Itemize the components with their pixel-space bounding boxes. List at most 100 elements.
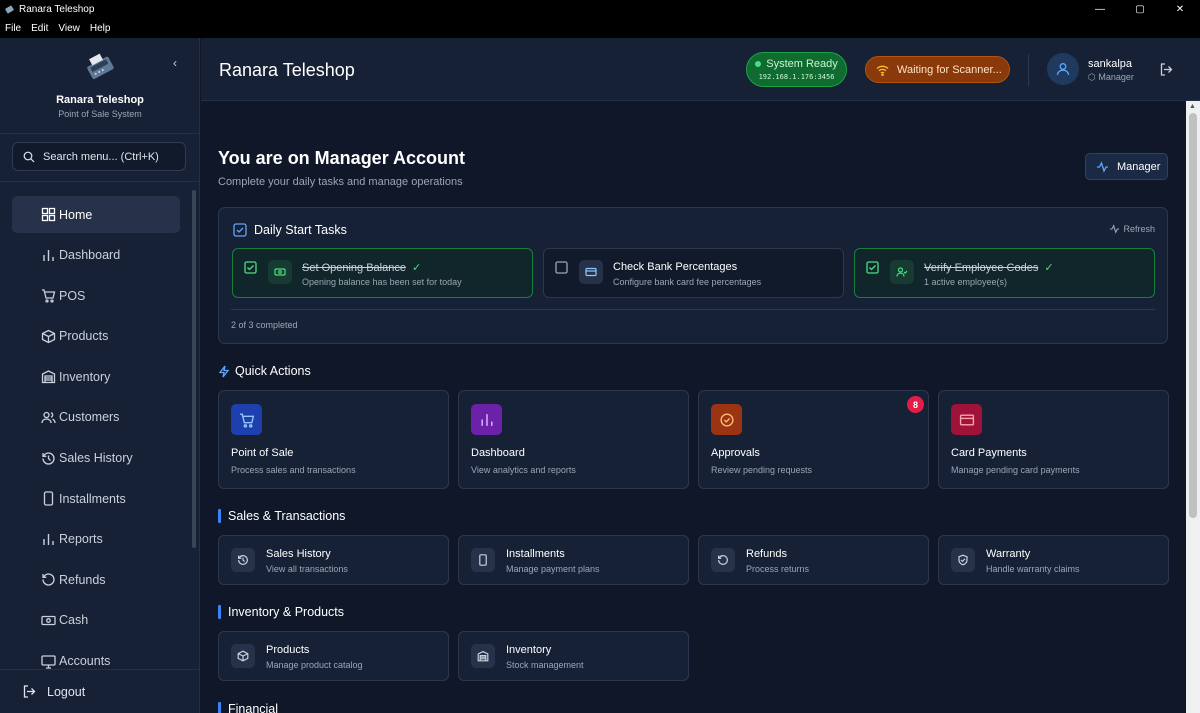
quick-action-card-payments[interactable]: Card Payments Manage pending card paymen… (938, 390, 1169, 489)
warranty-card[interactable]: Warranty Handle warranty claims (938, 535, 1169, 585)
cart-icon (231, 404, 262, 435)
section-accent (218, 605, 221, 619)
sidebar-item-label: Reports (59, 532, 103, 547)
task-subtitle: 1 active employee(s) (924, 277, 1008, 287)
sidebar-logout-button[interactable]: Logout (22, 684, 85, 699)
menu-help[interactable]: Help (90, 23, 111, 34)
card-subtitle: View analytics and reports (471, 465, 576, 475)
refunds-card[interactable]: Refunds Process returns (698, 535, 929, 585)
sidebar-item-label: Cash (59, 613, 89, 628)
sidebar-item-label: Refunds (59, 572, 106, 587)
task-verify-employee-codes[interactable]: Verify Employee Codes ✓ 1 active employee… (854, 248, 1155, 298)
cart-icon (42, 289, 56, 303)
scroll-up-icon[interactable]: ▲ (1189, 103, 1196, 110)
system-status-badge: System Ready 192.168.1.176:3456 (746, 52, 847, 87)
top-header: Ranara Teleshop System Ready 192.168.1.1… (201, 38, 1200, 101)
sidebar-item-inventory[interactable]: Inventory (12, 358, 180, 395)
box-icon (231, 644, 255, 668)
scrollbar-thumb[interactable] (1189, 113, 1197, 518)
menu-view[interactable]: View (58, 23, 80, 34)
checked-checkbox-icon[interactable] (244, 261, 257, 274)
card-title: Inventory (506, 644, 552, 656)
card-title: Products (266, 644, 310, 656)
products-card[interactable]: Products Manage product catalog (218, 631, 449, 681)
sidebar-item-sales-history[interactable]: Sales History (12, 440, 180, 477)
wifi-icon (876, 65, 889, 76)
sidebar-item-accounts[interactable]: Accounts (12, 643, 180, 680)
logout-icon[interactable] (1159, 62, 1174, 77)
menu-edit[interactable]: Edit (31, 23, 48, 34)
sidebar-item-label: Inventory (59, 369, 111, 384)
task-subtitle: Opening balance has been set for today (302, 277, 462, 287)
sidebar-item-cash[interactable]: Cash (12, 602, 180, 639)
task-check-bank-percentages[interactable]: Check Bank Percentages Configure bank ca… (543, 248, 844, 298)
main-scrollbar[interactable]: ▲ (1186, 101, 1200, 713)
system-address: 192.168.1.176:3456 (758, 73, 835, 81)
close-icon[interactable]: ✕ (1160, 0, 1200, 19)
avatar[interactable] (1047, 53, 1079, 85)
sidebar-item-reports[interactable]: Reports (12, 521, 180, 558)
monitor-icon (41, 654, 56, 669)
quick-action-approvals[interactable]: 8 Approvals Review pending requests (698, 390, 929, 489)
search-input[interactable] (43, 150, 183, 163)
sidebar-scrollbar[interactable] (192, 190, 196, 548)
sidebar-item-pos[interactable]: POS (12, 277, 180, 314)
installments-card[interactable]: Installments Manage payment plans (458, 535, 689, 585)
window-title: Ranara Teleshop (19, 4, 95, 15)
brand-name: Ranara Teleshop (56, 94, 144, 106)
checked-checkbox-icon[interactable] (866, 261, 879, 274)
task-title: Check Bank Percentages (613, 261, 738, 273)
check-circle-icon (711, 404, 742, 435)
inventory-card[interactable]: Inventory Stock management (458, 631, 689, 681)
warehouse-icon (471, 644, 495, 668)
card-title: Approvals (711, 447, 760, 459)
task-title: Verify Employee Codes (924, 261, 1039, 274)
grid-icon (41, 207, 56, 222)
menu-file[interactable]: File (5, 23, 21, 34)
shield-icon: ⬡ (1088, 72, 1099, 82)
maximize-icon[interactable]: ▢ (1120, 0, 1160, 19)
bar-chart-icon (471, 404, 502, 435)
quick-action-point-of-sale[interactable]: Point of Sale Process sales and transact… (218, 390, 449, 489)
sidebar-item-label: POS (59, 288, 86, 303)
divider (0, 133, 200, 134)
undo-icon (711, 548, 735, 572)
quick-action-dashboard[interactable]: Dashboard View analytics and reports (458, 390, 689, 489)
task-set-opening-balance[interactable]: Set Opening Balance ✓ Opening balance has… (232, 248, 533, 298)
undo-icon (42, 573, 55, 586)
sidebar-nav: Home Dashboard POS Products Inventory Cu… (12, 196, 180, 683)
manager-role-button[interactable]: Manager (1085, 153, 1168, 180)
activity-icon (1110, 224, 1120, 234)
unchecked-checkbox-icon[interactable] (555, 261, 568, 274)
daily-tasks-title: Daily Start Tasks (254, 223, 347, 237)
divider (1028, 54, 1029, 86)
inventory-products-heading: Inventory & Products (218, 605, 344, 619)
activity-icon (1097, 160, 1108, 173)
logout-icon (23, 685, 36, 698)
sidebar-item-dashboard[interactable]: Dashboard (12, 237, 180, 274)
user-icon (1056, 63, 1070, 76)
sidebar-item-refunds[interactable]: Refunds (12, 561, 180, 598)
minimize-icon[interactable]: — (1080, 0, 1120, 19)
sidebar-item-products[interactable]: Products (12, 318, 180, 355)
app-icon (5, 5, 14, 14)
banknote-icon (41, 615, 56, 626)
sidebar-item-installments[interactable]: Installments (12, 480, 180, 517)
card-title: Installments (506, 548, 565, 560)
history-icon (231, 548, 255, 572)
card-title: Warranty (986, 548, 1031, 560)
sidebar-search[interactable] (12, 142, 186, 171)
sidebar-item-home[interactable]: Home (12, 196, 180, 233)
sidebar-item-label: Products (59, 329, 109, 344)
scanner-status-text: Waiting for Scanner... (897, 63, 1002, 76)
welcome-subtitle: Complete your daily tasks and manage ope… (218, 176, 463, 188)
sales-history-card[interactable]: Sales History View all transactions (218, 535, 449, 585)
sidebar-item-label: Dashboard (59, 248, 121, 263)
sidebar-item-label: Accounts (59, 654, 111, 669)
card-title: Dashboard (471, 447, 525, 459)
pos-terminal-icon (87, 53, 114, 79)
refresh-button[interactable]: Refresh (1109, 224, 1155, 234)
collapse-sidebar-icon[interactable]: ‹ (168, 56, 182, 70)
sidebar-item-customers[interactable]: Customers (12, 399, 180, 436)
status-dot-icon (755, 61, 762, 68)
